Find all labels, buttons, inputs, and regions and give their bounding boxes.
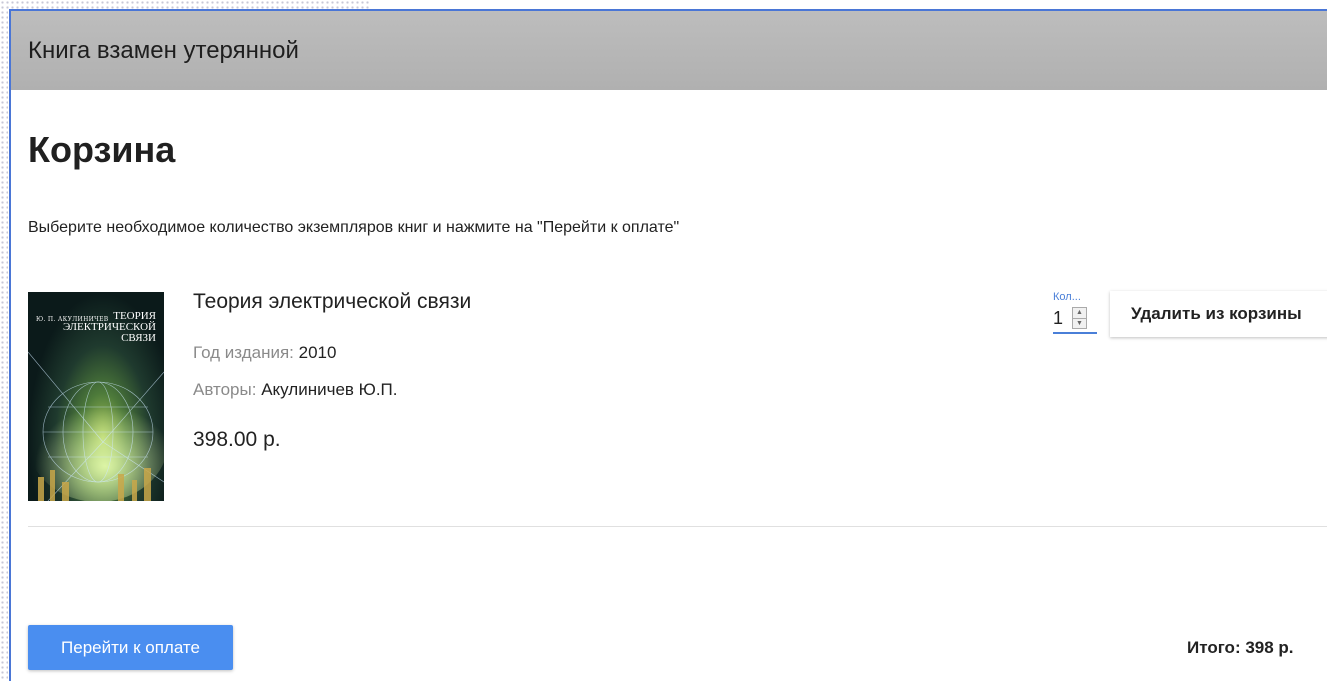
app-bar: Книга взамен утерянной xyxy=(11,11,1327,90)
quantity-input[interactable]: 1 xyxy=(1053,308,1063,329)
remove-from-cart-button[interactable]: Удалить из корзины xyxy=(1110,291,1327,337)
app-bar-title: Книга взамен утерянной xyxy=(28,36,299,64)
publication-year-value: 2010 xyxy=(298,343,337,362)
book-authors: Авторы: Акулиничев Ю.П. xyxy=(193,380,398,400)
book-cover: Ю. П. АКУЛИНИЧЕВ ТЕОРИЯ ЭЛЕКТРИЧЕСКОЙ СВ… xyxy=(28,292,164,501)
quantity-stepper[interactable]: Кол... 1 ▲ ▼ xyxy=(1053,291,1097,334)
book-authors-value: Акулиничев Ю.П. xyxy=(261,380,398,399)
book-authors-label: Авторы: xyxy=(193,380,257,399)
quantity-spinner[interactable]: ▲ ▼ xyxy=(1072,307,1088,329)
item-divider xyxy=(28,526,1327,527)
cart-total: Итого: 398 р. xyxy=(1187,638,1294,657)
instruction-text: Выберите необходимое количество экземпля… xyxy=(28,219,680,236)
book-price: 398.00 р. xyxy=(193,428,281,451)
dotted-background-left xyxy=(0,10,8,681)
spinner-up-icon[interactable]: ▲ xyxy=(1073,308,1087,319)
page-title: Корзина xyxy=(28,129,176,170)
cover-title: ТЕОРИЯ ЭЛЕКТРИЧЕСКОЙ СВЯЗИ xyxy=(36,311,156,344)
quantity-label: Кол... xyxy=(1053,291,1081,303)
book-title: Теория электрической связи xyxy=(193,290,472,313)
spinner-down-icon[interactable]: ▼ xyxy=(1073,319,1086,329)
publication-year: Год издания: 2010 xyxy=(193,343,336,363)
proceed-to-payment-button[interactable]: Перейти к оплате xyxy=(28,625,233,670)
publication-year-label: Год издания: xyxy=(193,343,294,362)
cover-title-line: СВЯЗИ xyxy=(121,332,156,344)
app-window: Книга взамен утерянной Корзина Выберите … xyxy=(9,9,1327,681)
quantity-field[interactable]: 1 ▲ ▼ xyxy=(1053,306,1097,334)
